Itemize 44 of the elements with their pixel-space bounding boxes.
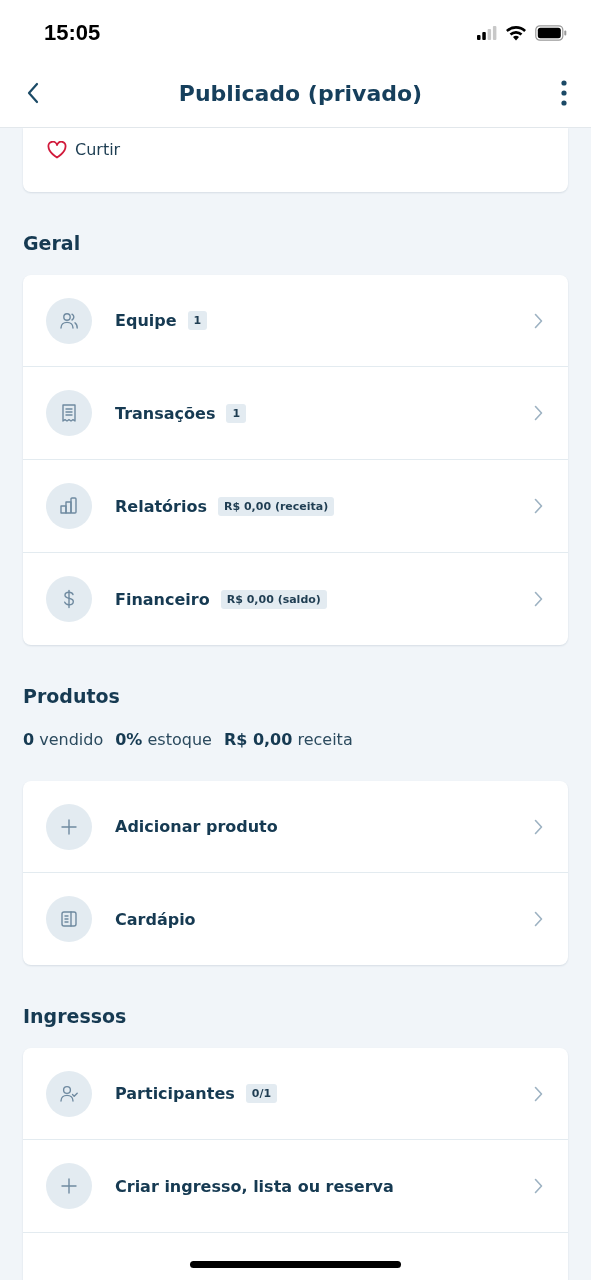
list-item[interactable]: Equipe 1: [23, 275, 568, 366]
signal-icon: [477, 25, 497, 40]
heart-icon: [47, 140, 67, 159]
count-badge: 1: [187, 311, 208, 330]
battery-icon: [535, 24, 567, 41]
count-badge: R$ 0,00 (receita): [218, 496, 335, 516]
wifi-icon: [505, 24, 527, 41]
more-options-button[interactable]: [559, 78, 569, 108]
list-item[interactable]: Participantes 0/1: [23, 1048, 568, 1139]
count-badge: R$ 0,00 (saldo): [220, 589, 327, 609]
section-heading: Geral: [23, 231, 82, 256]
chevron-right-icon: [534, 818, 543, 835]
stat-text: 0 vendido: [23, 729, 104, 751]
people-icon: [59, 310, 79, 331]
chevron-right-icon: [534, 312, 543, 329]
count-badge: 0/1: [245, 1084, 278, 1103]
more-icon: [561, 80, 567, 106]
chevron-right-icon: [534, 1085, 543, 1102]
section-heading: Produtos: [23, 684, 121, 709]
list-item[interactable]: Cardápio: [23, 872, 568, 965]
list-item[interactable]: Relatórios R$ 0,00 (receita): [23, 459, 568, 552]
chevron-right-icon: [534, 405, 543, 421]
section-heading: Ingressos: [23, 1004, 128, 1029]
count-badge: 1: [226, 403, 247, 423]
list-item[interactable]: Transações 1: [23, 366, 568, 459]
plus-icon: [59, 1176, 79, 1196]
list-item[interactable]: Criar ingresso, lista ou reserva: [23, 1139, 568, 1232]
page-title: Publicado (privado): [178, 80, 423, 106]
receipt-icon: [59, 403, 79, 423]
person-check-icon: [59, 1083, 79, 1104]
plus-icon: [59, 816, 79, 837]
stat-text: 0% estoque: [115, 729, 212, 751]
clock-time: 15:05: [44, 19, 101, 46]
chevron-right-icon: [534, 591, 543, 607]
chevron-right-icon: [534, 498, 543, 514]
list-item[interactable]: Adicionar produto: [23, 781, 568, 872]
bar-chart-icon: [59, 496, 79, 516]
menu-book-icon: [59, 909, 79, 929]
like-button[interactable]: Curtir: [47, 140, 121, 159]
chevron-right-icon: [534, 911, 543, 927]
stat-text: R$ 0,00 receita: [223, 729, 353, 751]
back-icon: [26, 82, 40, 104]
list-item[interactable]: Financeiro R$ 0,00 (saldo): [23, 552, 568, 645]
chevron-right-icon: [534, 1178, 543, 1194]
